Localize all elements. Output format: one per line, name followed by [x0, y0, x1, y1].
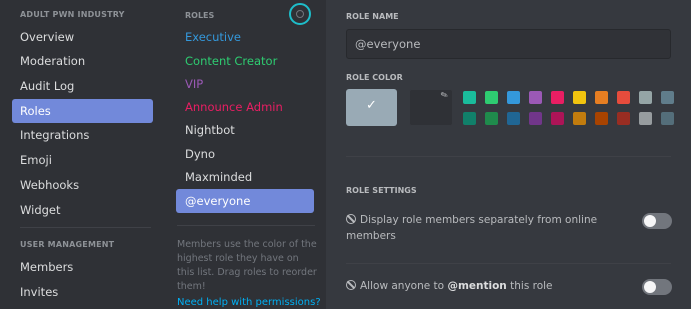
color-divider — [346, 156, 671, 157]
add-role-button[interactable] — [289, 3, 311, 25]
role-item-vip[interactable]: VIP — [176, 72, 314, 96]
color-swatch[interactable] — [551, 112, 564, 125]
color-swatch[interactable] — [661, 91, 674, 104]
role-item-executive[interactable]: Executive — [176, 25, 314, 49]
role-name-input[interactable]: @everyone — [346, 29, 671, 59]
toggle-knob — [644, 281, 656, 293]
settings-divider — [346, 263, 671, 264]
sidebar-item-integrations[interactable]: Integrations — [12, 123, 153, 147]
no-entry-icon — [346, 214, 356, 224]
color-swatch[interactable] — [573, 91, 586, 104]
sidebar-item-webhooks[interactable]: Webhooks — [12, 173, 153, 197]
sidebar-item-invites[interactable]: Invites — [12, 280, 153, 304]
sidebar-divider — [20, 227, 151, 228]
role-editor: ROLE NAME @everyone ROLE COLOR ✓ ✎ ROLE … — [326, 0, 691, 309]
roles-help-text: Members use the color of the highest rol… — [177, 239, 317, 292]
sidebar-item-moderation[interactable]: Moderation — [12, 49, 153, 73]
color-swatch[interactable] — [529, 112, 542, 125]
sidebar-item-emoji[interactable]: Emoji — [12, 148, 153, 172]
sidebar-item-overview[interactable]: Overview — [12, 25, 153, 49]
color-swatch[interactable] — [507, 91, 520, 104]
color-swatch[interactable] — [661, 112, 674, 125]
sidebar-item-members[interactable]: Members — [12, 255, 153, 279]
toggle-knob — [644, 215, 656, 227]
color-swatch[interactable] — [639, 91, 652, 104]
color-swatch[interactable] — [463, 91, 476, 104]
no-entry-icon — [346, 280, 356, 290]
role-settings-label: ROLE SETTINGS — [346, 186, 417, 195]
sidebar-item-audit-log[interactable]: Audit Log — [12, 74, 153, 98]
roles-divider — [177, 225, 315, 226]
setting-allow-mention: Allow anyone to @mention this role — [346, 278, 553, 294]
setting-display-separately-line1: Display role members separately from onl… — [360, 214, 598, 226]
permissions-help-link[interactable]: Need help with permissions? — [177, 297, 321, 308]
role-item-nightbot[interactable]: Nightbot — [176, 118, 314, 142]
plus-circle-icon — [296, 10, 304, 18]
color-swatch[interactable] — [617, 112, 630, 125]
color-swatch[interactable] — [485, 112, 498, 125]
display-separately-toggle[interactable] — [642, 213, 672, 229]
color-swatch[interactable] — [573, 112, 586, 125]
user-management-header: USER MANAGEMENT — [20, 240, 115, 249]
sidebar-item-widget[interactable]: Widget — [12, 198, 153, 222]
sidebar-item-roles[interactable]: Roles — [12, 99, 153, 123]
color-swatch[interactable] — [595, 91, 608, 104]
color-swatch[interactable] — [485, 91, 498, 104]
color-swatch[interactable] — [529, 91, 542, 104]
checkmark-icon: ✓ — [366, 98, 377, 113]
setting-allow-mention-suffix: this role — [506, 280, 553, 292]
server-name-header: ADULT PWN INDUSTRY — [20, 10, 125, 19]
role-item-dyno[interactable]: Dyno — [176, 142, 314, 166]
eyedropper-icon: ✎ — [439, 90, 451, 102]
default-color-swatch[interactable]: ✓ — [346, 89, 397, 126]
color-swatch[interactable] — [639, 112, 652, 125]
color-swatch[interactable] — [617, 91, 630, 104]
allow-mention-toggle[interactable] — [642, 279, 672, 295]
setting-display-separately: Display role members separately from onl… — [346, 212, 597, 244]
color-swatch[interactable] — [595, 112, 608, 125]
role-color-label: ROLE COLOR — [346, 73, 403, 82]
roles-header: ROLES — [185, 11, 215, 20]
role-item-maxminded[interactable]: Maxminded — [176, 165, 314, 189]
role-name-label: ROLE NAME — [346, 12, 399, 21]
custom-color-picker[interactable]: ✎ — [409, 89, 453, 126]
roles-list-panel: ROLES Executive Content Creator VIP Anno… — [163, 0, 326, 309]
server-settings-sidebar: ADULT PWN INDUSTRY Overview Moderation A… — [0, 0, 163, 309]
setting-allow-mention-bold: @mention — [447, 280, 507, 292]
color-swatch[interactable] — [507, 112, 520, 125]
role-item-content-creator[interactable]: Content Creator — [176, 49, 314, 73]
role-item-announce-admin[interactable]: Announce Admin — [176, 95, 314, 119]
setting-allow-mention-prefix: Allow anyone to — [360, 280, 448, 292]
color-swatch[interactable] — [551, 91, 564, 104]
setting-display-separately-line2: members — [346, 230, 396, 242]
role-item-everyone[interactable]: @everyone — [176, 189, 314, 213]
color-swatch[interactable] — [463, 112, 476, 125]
